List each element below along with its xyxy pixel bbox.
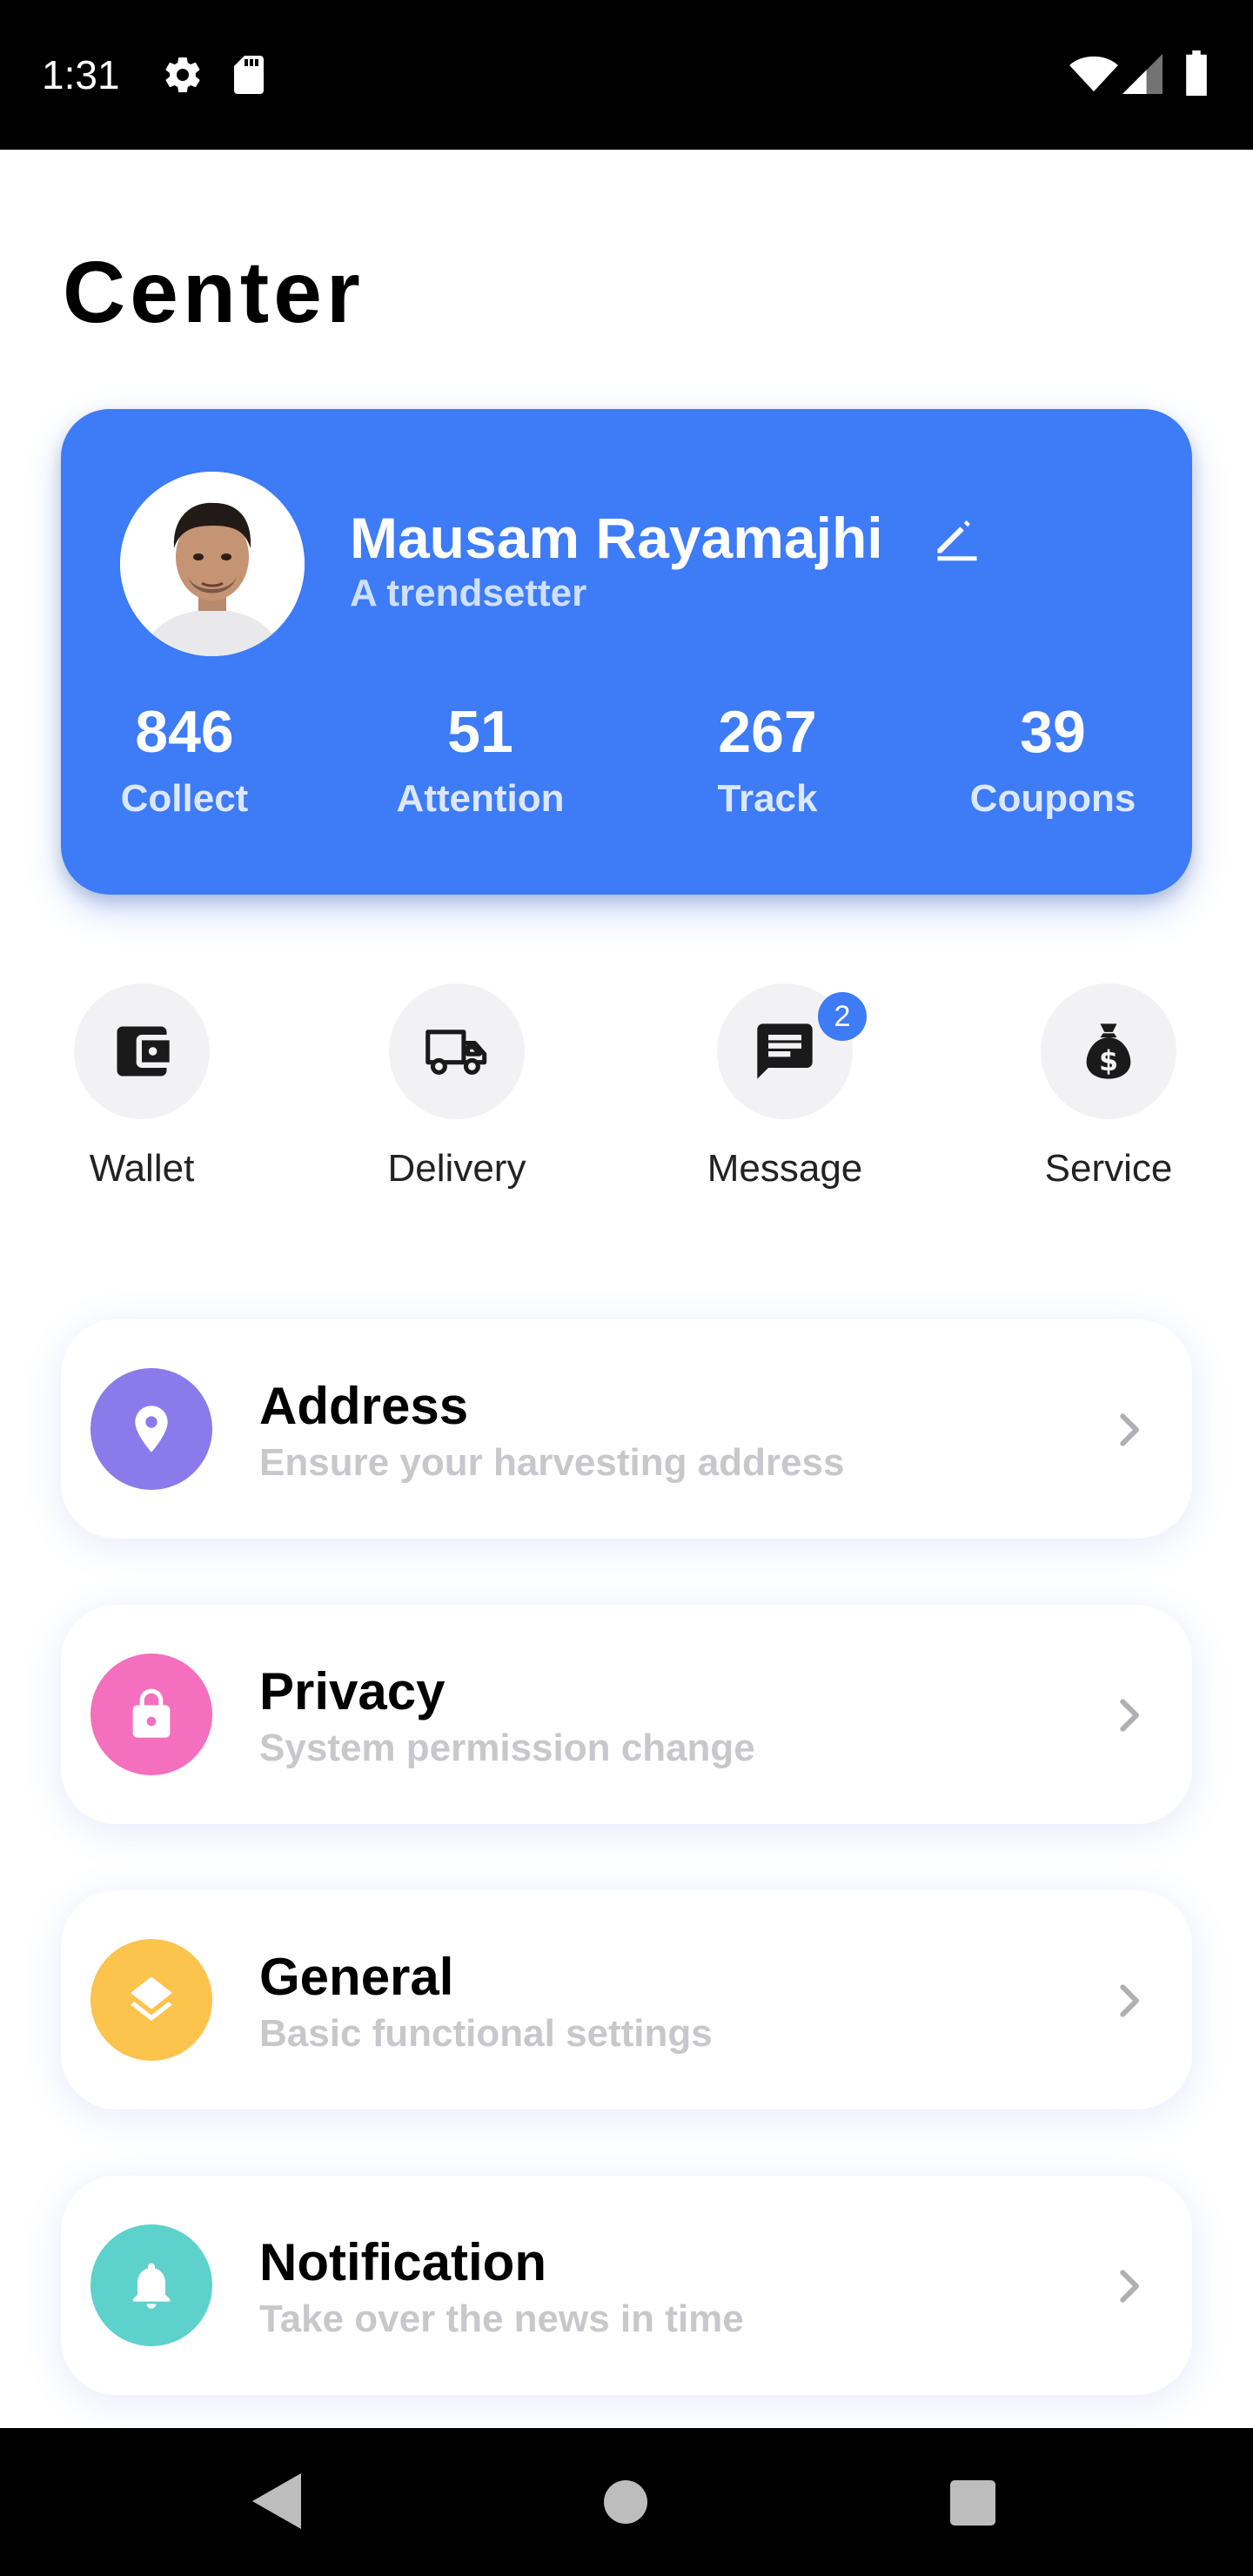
layers-icon <box>131 1976 172 2022</box>
stat-label: Attention <box>396 777 565 820</box>
navigation-bar <box>0 2428 1253 2576</box>
stat-track[interactable]: 267 Track <box>663 696 872 825</box>
stat-label: Track <box>717 777 818 820</box>
recents-icon[interactable] <box>950 2480 995 2526</box>
quick-action-wallet[interactable]: Wallet <box>46 983 238 1192</box>
item-icon-circle <box>90 1368 212 1490</box>
quick-action-label: Message <box>707 1147 863 1190</box>
avatar-image <box>120 472 305 656</box>
stat-coupons[interactable]: 39 Coupons <box>948 696 1157 825</box>
status-bar: 1:31 <box>0 0 1253 150</box>
item-icon-circle <box>90 1939 212 2061</box>
quick-action-label: Delivery <box>387 1147 526 1190</box>
wallet-icon <box>117 1026 170 1077</box>
stat-value: 846 <box>135 699 234 765</box>
menu-item-subtitle: Take over the news in time <box>259 2298 744 2340</box>
quick-action-service[interactable]: $ Service <box>1013 983 1204 1192</box>
quick-action-delivery[interactable]: Delivery <box>361 983 553 1192</box>
message-badge: 2 <box>818 992 867 1041</box>
quick-action-circle: $ <box>1041 983 1176 1119</box>
item-icon-circle <box>90 1654 212 1775</box>
edit-icon[interactable] <box>931 512 983 564</box>
profile-card: Mausam Rayamajhi A trendsetter 846 Colle… <box>61 409 1192 895</box>
menu-item-subtitle: System permission change <box>259 1727 755 1769</box>
signal-icon <box>1122 54 1163 94</box>
menu-item-general[interactable]: General Basic functional settings <box>61 1890 1192 2110</box>
location-pin-icon <box>135 1405 168 1452</box>
quick-action-circle <box>389 983 525 1119</box>
bell-icon <box>132 2263 171 2309</box>
stat-collect[interactable]: 846 Collect <box>80 696 289 825</box>
stat-value: 267 <box>718 699 817 765</box>
gear-icon <box>165 57 200 93</box>
profile-name: Mausam Rayamajhi <box>350 506 883 570</box>
stat-label: Coupons <box>969 777 1136 820</box>
stat-value: 39 <box>1020 699 1086 765</box>
menu-item-title: Notification <box>259 2233 546 2291</box>
sd-card-icon <box>234 56 264 94</box>
message-icon <box>757 1023 813 1079</box>
quick-action-label: Wallet <box>89 1147 195 1190</box>
home-icon[interactable] <box>604 2480 647 2524</box>
chevron-right-icon <box>1120 1413 1139 1446</box>
stat-value: 51 <box>447 699 513 765</box>
chevron-right-icon <box>1120 1699 1139 1732</box>
item-icon-circle <box>90 2224 212 2346</box>
truck-icon <box>425 1030 487 1075</box>
menu-item-title: Address <box>259 1377 469 1435</box>
battery-icon <box>1186 50 1207 96</box>
profile-subtitle: A trendsetter <box>350 572 587 614</box>
stat-attention[interactable]: 51 Attention <box>376 696 585 825</box>
quick-action-label: Service <box>1044 1147 1173 1190</box>
back-icon[interactable] <box>252 2473 301 2529</box>
svg-text:$: $ <box>1099 1046 1118 1077</box>
menu-item-subtitle: Basic functional settings <box>259 2012 713 2055</box>
avatar[interactable] <box>120 472 305 656</box>
status-time: 1:31 <box>42 52 120 97</box>
chevron-right-icon <box>1120 1984 1139 2017</box>
menu-item-address[interactable]: Address Ensure your harvesting address <box>61 1319 1192 1539</box>
money-bag-icon: $ <box>1086 1023 1131 1079</box>
quick-action-circle: 2 <box>717 983 867 1119</box>
menu-item-subtitle: Ensure your harvesting address <box>259 1441 845 1484</box>
chevron-right-icon <box>1120 2270 1139 2303</box>
stat-label: Collect <box>120 777 249 820</box>
menu-item-title: Privacy <box>259 1662 446 1721</box>
menu-item-privacy[interactable]: Privacy System permission change <box>61 1605 1192 1824</box>
wifi-icon <box>1069 56 1118 92</box>
page-title: Center <box>63 244 365 341</box>
lock-icon <box>132 1688 171 1738</box>
menu-item-title: General <box>259 1948 454 2006</box>
quick-action-circle <box>74 983 210 1119</box>
quick-action-message[interactable]: 2 Message <box>689 983 881 1192</box>
menu-item-notification[interactable]: Notification Take over the news in time <box>61 2176 1192 2395</box>
